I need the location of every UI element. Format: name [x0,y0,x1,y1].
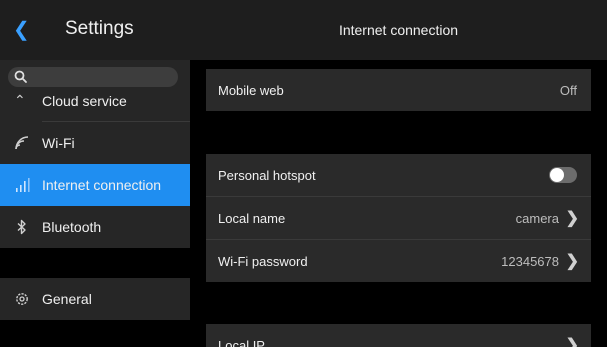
bluetooth-icon [17,219,26,235]
main-panel: Internet connection Mobile web Off Perso… [190,0,607,347]
personal-hotspot-row: Personal hotspot [206,154,591,196]
wifi-password-label: Wi-Fi password [218,254,308,269]
search-bar[interactable] [8,67,178,89]
sidebar-item-general[interactable]: General [0,278,190,320]
cloud-icon: ⌃ [14,92,26,108]
sidebar-item-bluetooth[interactable]: Bluetooth [0,206,190,248]
main-header: Internet connection [190,0,607,60]
settings-sidebar: ❮ Settings ⌃ Cloud service Wi-Fi Interne… [0,0,190,347]
page-title: Internet connection [338,22,459,38]
sidebar-item-label: Wi-Fi [42,135,75,151]
gear-icon [16,293,28,305]
chevron-left-icon[interactable]: ❮ [13,18,33,42]
personal-hotspot-toggle[interactable] [549,167,577,183]
wifi-password-value: 12345678 [501,254,559,269]
search-icon [14,70,27,83]
sidebar-section-gap [0,320,190,347]
local-name-label: Local name [218,211,286,226]
sidebar-item-internet-connection[interactable]: Internet connection [0,164,190,206]
chevron-right-icon: ❯ [565,253,579,270]
wifi-icon [15,136,29,150]
local-name-row[interactable]: Local name camera ❯ [206,197,591,239]
chevron-right-icon: ❯ [565,210,579,227]
sidebar-item-wifi[interactable]: Wi-Fi [0,122,190,164]
search-input[interactable] [32,67,176,89]
sidebar-item-label: Internet connection [42,177,162,193]
mobile-web-value: Off [559,83,577,98]
sidebar-section-gap [0,248,190,278]
mobile-web-row[interactable]: Mobile web Off [206,69,591,111]
mobile-web-label: Mobile web [218,83,284,98]
sidebar-header: ❮ Settings [0,0,190,60]
personal-hotspot-label: Personal hotspot [218,168,316,183]
sidebar-item-label: Cloud service [42,93,127,109]
local-ip-row[interactable]: Local IP ❯ [206,324,591,347]
wifi-password-row[interactable]: Wi-Fi password 12345678 ❯ [206,240,591,282]
local-name-value: camera [515,211,559,226]
sidebar-item-label: General [42,291,92,307]
sidebar-item-label: Bluetooth [42,219,102,235]
chevron-right-icon: ❯ [565,337,579,347]
toggle-knob [550,168,564,182]
local-ip-label: Local IP [218,338,265,347]
sidebar-item-cloud-service[interactable]: ⌃ Cloud service [0,84,190,126]
signal-icon [16,178,30,192]
sidebar-title: Settings [65,18,134,39]
